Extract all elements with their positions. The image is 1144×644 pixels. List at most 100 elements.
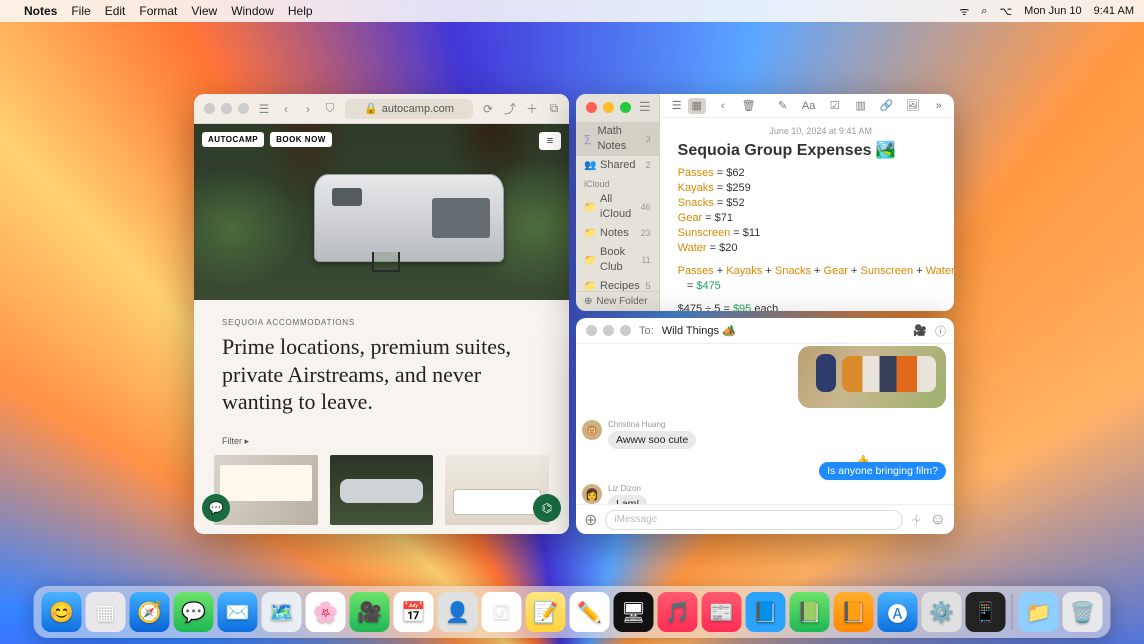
dock-contacts[interactable]: 👤: [438, 592, 478, 632]
safari-toolbar: ☰ ‹ › ⛉ 🔒 autocamp.com ⟳ ⤴ ＋ ⧉: [194, 94, 569, 124]
share-icon[interactable]: ⤴: [503, 100, 517, 117]
menubar-date[interactable]: Mon Jun 10: [1024, 5, 1081, 17]
menu-help[interactable]: Help: [288, 4, 313, 18]
menubar-time[interactable]: 9:41 AM: [1094, 5, 1134, 17]
dock-safari[interactable]: 🧭: [130, 592, 170, 632]
address-bar[interactable]: 🔒 autocamp.com: [345, 99, 473, 119]
dock-reminders[interactable]: ☑︎: [482, 592, 522, 632]
dock-freeform[interactable]: ✏️: [570, 592, 610, 632]
card-airstream[interactable]: [330, 455, 434, 525]
expense-line: Kayaks = $259: [678, 181, 954, 196]
menu-window[interactable]: Window: [231, 4, 274, 18]
plus-circle-icon: ⊕: [584, 296, 592, 307]
dock-iphone[interactable]: 📱: [966, 592, 1006, 632]
reload-icon[interactable]: ⟳: [481, 102, 495, 116]
dock-iwork1[interactable]: 📘: [746, 592, 786, 632]
forward-icon[interactable]: ›: [301, 102, 315, 116]
site-menu-button[interactable]: ≡: [539, 132, 561, 150]
avatar[interactable]: 👩: [582, 484, 602, 504]
folder-shared[interactable]: 👥 Shared 2: [576, 156, 659, 175]
dock-calendar[interactable]: 📅: [394, 592, 434, 632]
menu-file[interactable]: File: [71, 4, 90, 18]
hero-image: AUTOCAMP BOOK NOW ≡: [194, 124, 569, 300]
menu-edit[interactable]: Edit: [105, 4, 126, 18]
dock-messages[interactable]: 💬: [174, 592, 214, 632]
chat-fab[interactable]: 💬: [202, 494, 230, 522]
spotlight-icon[interactable]: ⌕: [981, 5, 987, 18]
folder-icon: 📁: [584, 253, 595, 268]
accessibility-fab[interactable]: ⌬: [533, 494, 561, 522]
menu-view[interactable]: View: [191, 4, 217, 18]
book-now-button[interactable]: BOOK NOW: [270, 132, 332, 147]
view-grid-icon[interactable]: ▦: [688, 98, 706, 114]
dock-finder[interactable]: 😊: [42, 592, 82, 632]
folder-row[interactable]: 📁Book Club11: [576, 243, 659, 277]
dock-trash[interactable]: 🗑️: [1063, 592, 1103, 632]
dock-maps[interactable]: 🗺️: [262, 592, 302, 632]
dock-iwork3[interactable]: 📙: [834, 592, 874, 632]
dock-iwork2[interactable]: 📗: [790, 592, 830, 632]
card-suite[interactable]: [214, 455, 318, 525]
link-icon[interactable]: 🔗: [878, 98, 896, 114]
wifi-icon[interactable]: ᯤ: [959, 4, 969, 19]
plus-icon[interactable]: ⊕: [584, 510, 597, 530]
dock-news[interactable]: 📰: [702, 592, 742, 632]
dock-photos[interactable]: 🌸: [306, 592, 346, 632]
folder-row[interactable]: 📁Recipes5: [576, 277, 659, 291]
folder-row[interactable]: 📁Notes23: [576, 224, 659, 243]
app-name-menu[interactable]: Notes: [24, 4, 57, 18]
trash-icon[interactable]: 🗑: [740, 98, 758, 114]
format-aa-icon[interactable]: Aa: [800, 98, 818, 114]
new-folder-button[interactable]: ⊕ New Folder: [576, 291, 659, 311]
note-content[interactable]: June 10, 2024 at 9:41 AM Sequoia Group E…: [660, 118, 954, 311]
tabs-icon[interactable]: ⧉: [547, 101, 561, 116]
back-icon[interactable]: ‹: [279, 102, 293, 116]
sidebar-toggle-icon[interactable]: ☰: [639, 99, 651, 115]
conversation-name[interactable]: Wild Things 🏕️: [662, 324, 736, 337]
emoji-icon[interactable]: ☺: [930, 511, 946, 529]
shared-photo[interactable]: [798, 346, 946, 408]
dock-facetime[interactable]: 🎥: [350, 592, 390, 632]
dock-music[interactable]: 🎵: [658, 592, 698, 632]
accommodations-grid: [194, 455, 569, 535]
message-input[interactable]: iMessage: [605, 510, 902, 530]
checklist-icon[interactable]: ☑: [826, 98, 844, 114]
safari-traffic-lights[interactable]: [202, 103, 249, 114]
folder-label: Notes: [600, 226, 629, 241]
avatar[interactable]: 🐵: [582, 420, 602, 440]
view-list-icon[interactable]: ☰: [668, 98, 686, 114]
dock-notes[interactable]: 📝: [526, 592, 566, 632]
dock-downloads[interactable]: 📁: [1019, 592, 1059, 632]
folder-row[interactable]: 📁All iCloud46: [576, 190, 659, 224]
expense-line: Passes = $62: [678, 166, 954, 181]
facetime-icon[interactable]: 🎥: [913, 324, 927, 337]
newtab-icon[interactable]: ＋: [525, 100, 539, 117]
folder-math-notes[interactable]: ∑ Math Notes 3: [576, 122, 659, 156]
sidebar-icon[interactable]: ☰: [257, 102, 271, 116]
compose-icon[interactable]: ✎: [774, 98, 792, 114]
back-note-icon[interactable]: ‹: [714, 98, 732, 114]
menu-format[interactable]: Format: [139, 4, 177, 18]
message-thread[interactable]: 🐵 Christina Huang Awww soo cute 👍 Is any…: [576, 344, 954, 504]
note-title: Sequoia Group Expenses 🏞️: [678, 140, 954, 160]
dock-appstore[interactable]: 🅐: [878, 592, 918, 632]
folder-label: All iCloud: [600, 192, 636, 222]
messages-traffic-lights[interactable]: [584, 325, 631, 336]
notes-traffic-lights[interactable]: [584, 102, 631, 113]
folder-icon: 📁: [584, 279, 595, 291]
site-logo[interactable]: AUTOCAMP: [202, 132, 264, 147]
audio-icon[interactable]: ⏆: [911, 512, 922, 528]
shield-icon[interactable]: ⛉: [323, 101, 337, 116]
table-icon[interactable]: ▥: [852, 98, 870, 114]
dock-launchpad[interactable]: ▦: [86, 592, 126, 632]
menubar: Notes File Edit Format View Window Help …: [0, 0, 1144, 22]
dock-tv[interactable]: 🖥: [614, 592, 654, 632]
control-center-icon[interactable]: ⌥: [999, 5, 1012, 18]
more-icon[interactable]: »: [930, 98, 948, 114]
message-bubble: I am!: [608, 495, 647, 504]
media-icon[interactable]: 🖼: [904, 98, 922, 114]
dock-settings[interactable]: ⚙️: [922, 592, 962, 632]
info-icon[interactable]: ⓘ: [935, 323, 946, 339]
dock-mail[interactable]: ✉️: [218, 592, 258, 632]
filter-button[interactable]: Filter ▸: [222, 436, 541, 447]
